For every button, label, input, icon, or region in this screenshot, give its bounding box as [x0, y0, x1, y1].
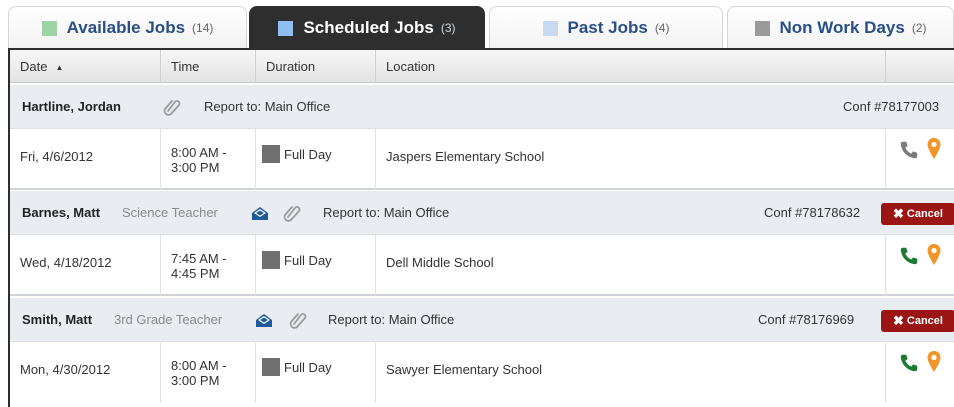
column-label: Location: [386, 59, 436, 74]
table-header: Date ▲ Time Duration Location: [10, 50, 954, 83]
available-swatch: [41, 20, 57, 36]
duration-cell: Full Day: [256, 235, 376, 296]
job-group-header: Barnes, Matt Science Teacher Report to: …: [10, 191, 954, 235]
time-end: 3:00 PM: [171, 373, 220, 388]
attachment-icon[interactable]: [288, 310, 308, 330]
actions-cell: [886, 342, 954, 403]
teacher-name: Smith, Matt: [22, 312, 93, 327]
teacher-name: Barnes, Matt: [22, 205, 101, 220]
job-group-header: Hartline, Jordan Report to: Main Office …: [10, 85, 954, 129]
job-row[interactable]: Fri, 4/6/2012 8:00 AM - 3:00 PM Full Day…: [10, 129, 954, 190]
time-end: 4:45 PM: [171, 266, 220, 281]
job-row[interactable]: Wed, 4/18/2012 7:45 AM - 4:45 PM Full Da…: [10, 235, 954, 296]
job-group: Barnes, Matt Science Teacher Report to: …: [10, 191, 954, 298]
teacher-role: Science Teacher: [122, 205, 218, 220]
attachment-icon[interactable]: [162, 97, 182, 117]
column-location[interactable]: Location: [376, 50, 886, 83]
scheduled-jobs-table: Date ▲ Time Duration Location Hartline, J…: [8, 48, 954, 407]
report-to: Report to: Main Office: [328, 312, 455, 327]
tab-past-jobs[interactable]: Past Jobs (4): [489, 6, 723, 49]
time-cell: 8:00 AM - 3:00 PM: [161, 342, 256, 403]
column-label: Duration: [266, 59, 316, 74]
scheduled-swatch: [278, 20, 294, 36]
date-cell: Wed, 4/18/2012: [10, 235, 161, 296]
confirmation-number: Conf #78178632: [764, 205, 861, 220]
actions-cell: [886, 129, 954, 190]
time-cell: 7:45 AM - 4:45 PM: [161, 235, 256, 296]
duration: Full Day: [284, 147, 332, 162]
column-duration[interactable]: Duration: [256, 50, 376, 83]
confirmation-number: Conf #78176969: [758, 312, 855, 327]
tab-available-jobs[interactable]: Available Jobs (14): [8, 6, 247, 49]
close-icon: ✖: [893, 206, 904, 221]
duration: Full Day: [284, 360, 332, 375]
report-to: Report to: Main Office: [323, 205, 450, 220]
past-swatch: [542, 20, 558, 36]
cancel-button[interactable]: ✖ Cancel: [881, 203, 954, 225]
non-work-swatch: [754, 20, 770, 36]
duration-cell: Full Day: [256, 342, 376, 403]
job-group: Smith, Matt 3rd Grade Teacher Report to:…: [10, 298, 954, 407]
tab-count: (14): [192, 21, 214, 35]
phone-icon[interactable]: [898, 352, 920, 374]
actions-cell: [886, 235, 954, 296]
column-label: Date: [20, 59, 48, 74]
tab-scheduled-jobs[interactable]: Scheduled Jobs (3): [249, 6, 485, 49]
job-group: Hartline, Jordan Report to: Main Office …: [10, 85, 954, 191]
cancel-label: Cancel: [906, 315, 943, 327]
time-end: 3:00 PM: [171, 160, 220, 175]
confirmation-number: Conf #78177003: [843, 99, 940, 114]
job-group-header: Smith, Matt 3rd Grade Teacher Report to:…: [10, 298, 954, 342]
time-start: 7:45 AM -: [171, 251, 227, 266]
job-date: Fri, 4/6/2012: [20, 149, 93, 164]
column-time[interactable]: Time: [161, 50, 256, 83]
close-icon: ✖: [893, 313, 904, 328]
phone-icon[interactable]: [898, 245, 920, 267]
report-to: Report to: Main Office: [204, 99, 331, 114]
teacher-role: 3rd Grade Teacher: [114, 312, 223, 327]
duration-swatch: [262, 145, 280, 163]
tab-non-work-days[interactable]: Non Work Days (2): [727, 6, 954, 49]
location: Sawyer Elementary School: [386, 362, 543, 377]
date-cell: Mon, 4/30/2012: [10, 342, 161, 403]
column-date[interactable]: Date ▲: [10, 50, 161, 83]
column-actions: [886, 50, 954, 83]
tab-label: Past Jobs: [567, 18, 648, 37]
cancel-label: Cancel: [906, 208, 943, 220]
job-date: Wed, 4/18/2012: [20, 255, 112, 270]
message-icon[interactable]: [250, 205, 270, 221]
location: Dell Middle School: [386, 255, 494, 270]
location-cell: Dell Middle School: [376, 235, 886, 296]
tab-count: (4): [654, 21, 670, 35]
tab-label: Scheduled Jobs: [303, 18, 434, 37]
date-cell: Fri, 4/6/2012: [10, 129, 161, 190]
column-label: Time: [171, 59, 200, 74]
attachment-icon[interactable]: [282, 203, 302, 223]
map-pin-icon[interactable]: [926, 243, 942, 267]
teacher-name: Hartline, Jordan: [22, 99, 121, 114]
sort-ascending-icon: ▲: [55, 63, 64, 72]
location: Jaspers Elementary School: [386, 149, 545, 164]
job-date: Mon, 4/30/2012: [20, 362, 111, 377]
time-start: 8:00 AM -: [171, 358, 227, 373]
tab-count: (3): [440, 21, 456, 35]
phone-icon[interactable]: [898, 139, 920, 161]
map-pin-icon[interactable]: [926, 350, 942, 374]
map-pin-icon[interactable]: [926, 137, 942, 161]
time-start: 8:00 AM -: [171, 145, 227, 160]
tab-label: Non Work Days: [779, 18, 905, 37]
duration-cell: Full Day: [256, 129, 376, 190]
location-cell: Jaspers Elementary School: [376, 129, 886, 190]
time-cell: 8:00 AM - 3:00 PM: [161, 129, 256, 190]
message-icon[interactable]: [254, 312, 274, 328]
cancel-button[interactable]: ✖ Cancel: [881, 310, 954, 332]
duration-swatch: [262, 358, 280, 376]
job-tabs: Available Jobs (14) Scheduled Jobs (3) P…: [0, 0, 954, 49]
job-row[interactable]: Mon, 4/30/2012 8:00 AM - 3:00 PM Full Da…: [10, 342, 954, 403]
tab-label: Available Jobs: [66, 18, 186, 37]
duration: Full Day: [284, 253, 332, 268]
location-cell: Sawyer Elementary School: [376, 342, 886, 403]
duration-swatch: [262, 251, 280, 269]
tab-count: (2): [911, 21, 927, 35]
